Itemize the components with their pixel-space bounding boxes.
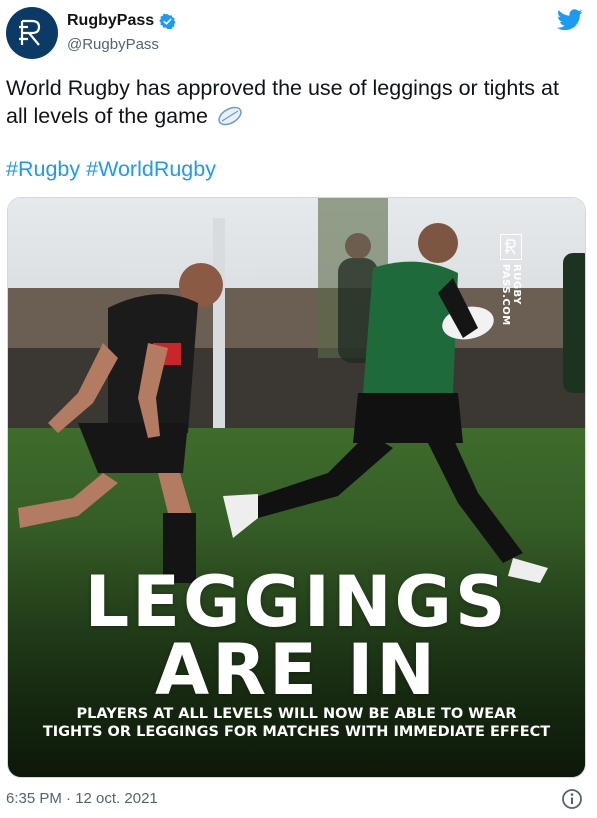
- display-name[interactable]: RugbyPass: [67, 12, 154, 30]
- headline-line2: ARE IN: [155, 629, 438, 711]
- user-handle[interactable]: @RugbyPass: [67, 36, 176, 53]
- rugbypass-logo: [19, 19, 41, 46]
- tweet-text: World Rugby has approved the use of legg…: [6, 74, 581, 130]
- subline1: PLAYERS AT ALL LEVELS WILL NOW BE ABLE T…: [76, 706, 517, 722]
- twitter-bird-icon[interactable]: [557, 9, 583, 31]
- tweet-body: World Rugby has approved the use of legg…: [6, 76, 559, 128]
- avatar[interactable]: [6, 7, 58, 59]
- tweet-media-image[interactable]: RUGBY PASS.COM LEGGINGS ARE IN PLAYERS A…: [7, 197, 586, 778]
- hashtag-rugby[interactable]: #Rugby: [6, 157, 80, 181]
- hashtags: #Rugby #WorldRugby: [6, 157, 222, 182]
- verified-badge-icon: [159, 13, 176, 29]
- watermark-text: RUGBY PASS.COM: [500, 264, 522, 326]
- rugbypass-logo: [505, 239, 516, 255]
- rugby-ball-icon: [218, 106, 242, 126]
- tweet-timestamp[interactable]: 6:35 PM · 12 oct. 2021: [6, 790, 158, 807]
- watermark-logo: [500, 234, 522, 260]
- subline2: TIGHTS OR LEGGINGS FOR MATCHES WITH IMME…: [42, 724, 551, 740]
- headline-line1: LEGGINGS: [84, 561, 509, 643]
- info-icon[interactable]: [561, 788, 583, 810]
- hashtag-worldrugby[interactable]: #WorldRugby: [86, 157, 216, 181]
- rugbypass-watermark: RUGBY PASS.COM: [499, 234, 523, 326]
- tweet-author: RugbyPass @RugbyPass: [67, 12, 176, 53]
